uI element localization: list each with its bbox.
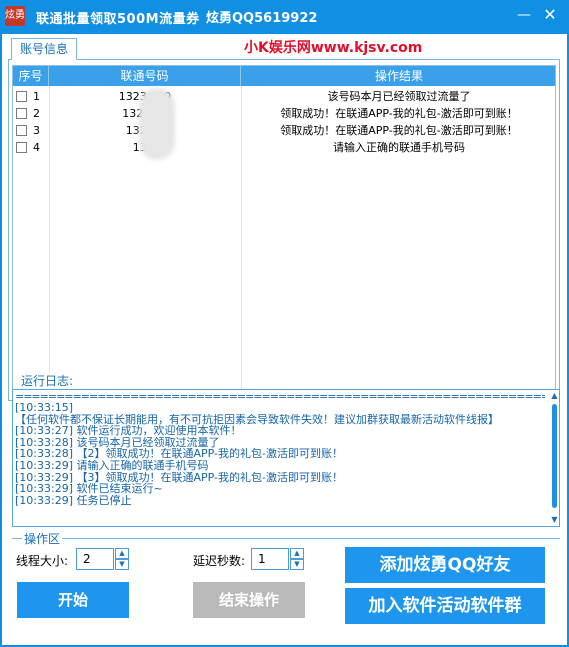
- scrollbar-thumb[interactable]: [552, 404, 557, 508]
- log-line: [10:33:29] 【3】领取成功！在联通APP-我的礼包-激活即可到账！: [15, 471, 343, 484]
- phone-redaction-blur: [139, 88, 175, 160]
- start-button[interactable]: 开始: [17, 582, 129, 618]
- account-table: 序号 联通号码 操作结果 1 1323 619 该号码本月已经领取过流量了 2 …: [12, 65, 556, 395]
- log-line: 【任何软件都不保证长期能用，有不可抗拒因素会导致软件失效！建议加群获取最新活动软…: [15, 413, 499, 426]
- log-line: [10:33:28] 该号码本月已经领取过流量了: [15, 436, 220, 449]
- cell-no: 2: [33, 107, 40, 120]
- log-line: [10:33:15]: [15, 402, 73, 414]
- app-icon: 炫勇: [5, 6, 25, 26]
- minimize-button[interactable]: —: [512, 4, 536, 26]
- window-title: 联通批量领取500M流量券: [36, 12, 200, 27]
- table-row[interactable]: 4 13 6 请输入正确的联通手机号码: [13, 139, 555, 156]
- cell-no: 4: [33, 141, 40, 154]
- delay-stepper[interactable]: ▲ ▼: [290, 548, 304, 570]
- scroll-up-arrow-icon[interactable]: ▲: [549, 390, 559, 402]
- client-area: 账号信息 小K娱乐网www.kjsv.com 序号 联通号码 操作结果 1 13…: [2, 34, 567, 645]
- log-separator: ========================================…: [15, 392, 545, 402]
- spin-down-icon[interactable]: ▼: [115, 559, 129, 570]
- ops-divider: [12, 538, 560, 539]
- table-row[interactable]: 2 132 778 领取成功！在联通APP-我的礼包-激活即可到账！: [13, 105, 555, 122]
- account-table-frame: 序号 联通号码 操作结果 1 1323 619 该号码本月已经领取过流量了 2 …: [8, 59, 560, 401]
- threads-input[interactable]: 2: [76, 548, 114, 570]
- cell-result: 领取成功！在联通APP-我的礼包-激活即可到账！: [280, 107, 518, 120]
- stop-button[interactable]: 结束操作: [193, 582, 305, 618]
- log-line: [10:33:29] 请输入正确的联通手机号码: [15, 459, 209, 472]
- run-log-box[interactable]: ========================================…: [12, 389, 560, 527]
- column-header-result[interactable]: 操作结果: [241, 66, 555, 86]
- cell-no: 1: [33, 90, 40, 103]
- table-header: 序号 联通号码 操作结果: [13, 66, 555, 86]
- log-line: [10:33:29] 软件已结束运行~: [15, 483, 163, 495]
- watermark-text: 小K娱乐网www.kjsv.com: [244, 40, 423, 56]
- table-row[interactable]: 1 1323 619 该号码本月已经领取过流量了: [13, 88, 555, 105]
- add-qq-friend-button[interactable]: 添加炫勇QQ好友: [345, 547, 545, 583]
- spin-up-icon[interactable]: ▲: [115, 548, 129, 559]
- log-line: [10:33:29] 任务已停止: [15, 494, 132, 507]
- row-checkbox[interactable]: [16, 125, 27, 136]
- spin-up-icon[interactable]: ▲: [290, 548, 304, 559]
- column-header-phone[interactable]: 联通号码: [49, 66, 241, 86]
- close-button[interactable]: ✕: [538, 4, 562, 26]
- cell-result: 领取成功！在联通APP-我的礼包-激活即可到账！: [280, 124, 518, 137]
- tab-account-info[interactable]: 账号信息: [11, 38, 78, 60]
- threads-stepper[interactable]: ▲ ▼: [115, 548, 129, 570]
- threads-label: 线程大小:: [16, 554, 69, 568]
- spin-down-icon[interactable]: ▼: [290, 559, 304, 570]
- ops-section-label: 操作区: [22, 530, 63, 547]
- title-bar: 炫勇 联通批量领取500M流量券 炫勇QQ5619922 — ✕: [0, 0, 569, 34]
- log-scrollbar[interactable]: ▲ ▼: [549, 390, 559, 526]
- cell-result: 请输入正确的联通手机号码: [333, 141, 465, 154]
- window-title-qq: 炫勇QQ5619922: [206, 11, 318, 26]
- column-header-no[interactable]: 序号: [13, 66, 49, 86]
- log-line: [10:33:28] 【2】领取成功！在联通APP-我的礼包-激活即可到账！: [15, 448, 343, 460]
- row-checkbox[interactable]: [16, 142, 27, 153]
- log-line: [10:33:27] 软件运行成功，欢迎使用本软件！: [15, 425, 242, 437]
- log-lines: ========================================…: [15, 392, 545, 506]
- table-row[interactable]: 3 132 48 领取成功！在联通APP-我的礼包-激活即可到账！: [13, 122, 555, 139]
- cell-result: 该号码本月已经领取过流量了: [327, 90, 471, 103]
- delay-input[interactable]: 1: [251, 548, 289, 570]
- row-checkbox[interactable]: [16, 108, 27, 119]
- row-checkbox[interactable]: [16, 91, 27, 102]
- log-section-label: 运行日志:: [19, 372, 76, 389]
- cell-no: 3: [33, 124, 40, 137]
- join-group-button[interactable]: 加入软件活动软件群: [345, 588, 545, 624]
- delay-label: 延迟秒数:: [193, 554, 246, 568]
- scroll-down-arrow-icon[interactable]: ▼: [549, 514, 559, 526]
